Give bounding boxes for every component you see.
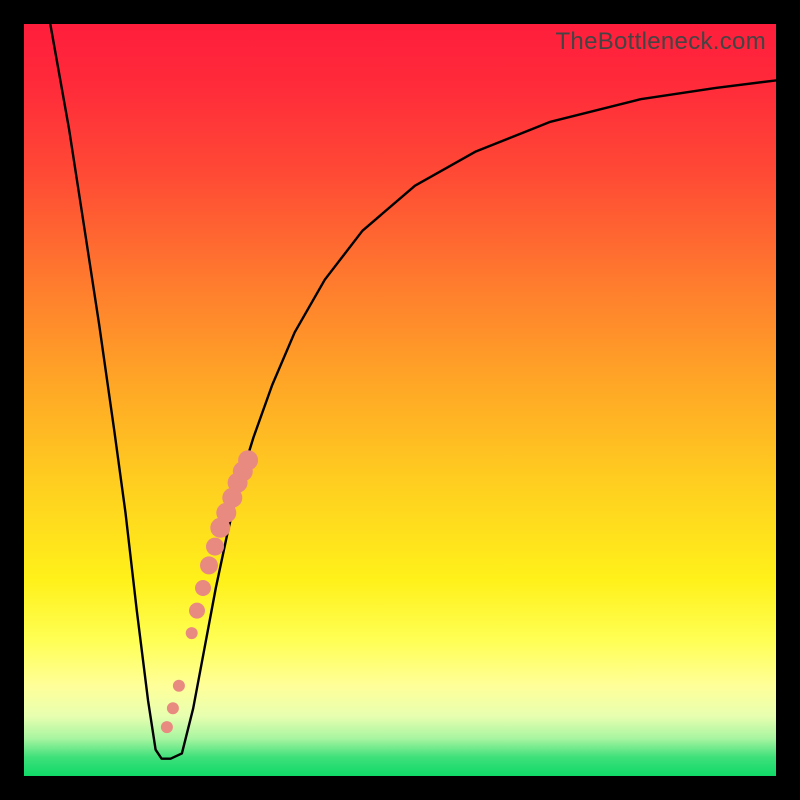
highlight-dot	[161, 721, 173, 733]
highlight-dot	[173, 680, 185, 692]
highlight-dot	[186, 627, 198, 639]
highlight-dot	[189, 603, 205, 619]
highlight-dot	[238, 450, 258, 470]
chart-frame: TheBottleneck.com	[0, 0, 800, 800]
highlight-dot	[167, 702, 179, 714]
highlight-dot	[200, 556, 218, 574]
highlight-dots	[161, 450, 258, 733]
highlight-dot	[195, 580, 211, 596]
chart-plot-area: TheBottleneck.com	[24, 24, 776, 776]
chart-overlay	[24, 24, 776, 776]
bottleneck-curve	[50, 24, 776, 759]
highlight-dot	[206, 538, 224, 556]
